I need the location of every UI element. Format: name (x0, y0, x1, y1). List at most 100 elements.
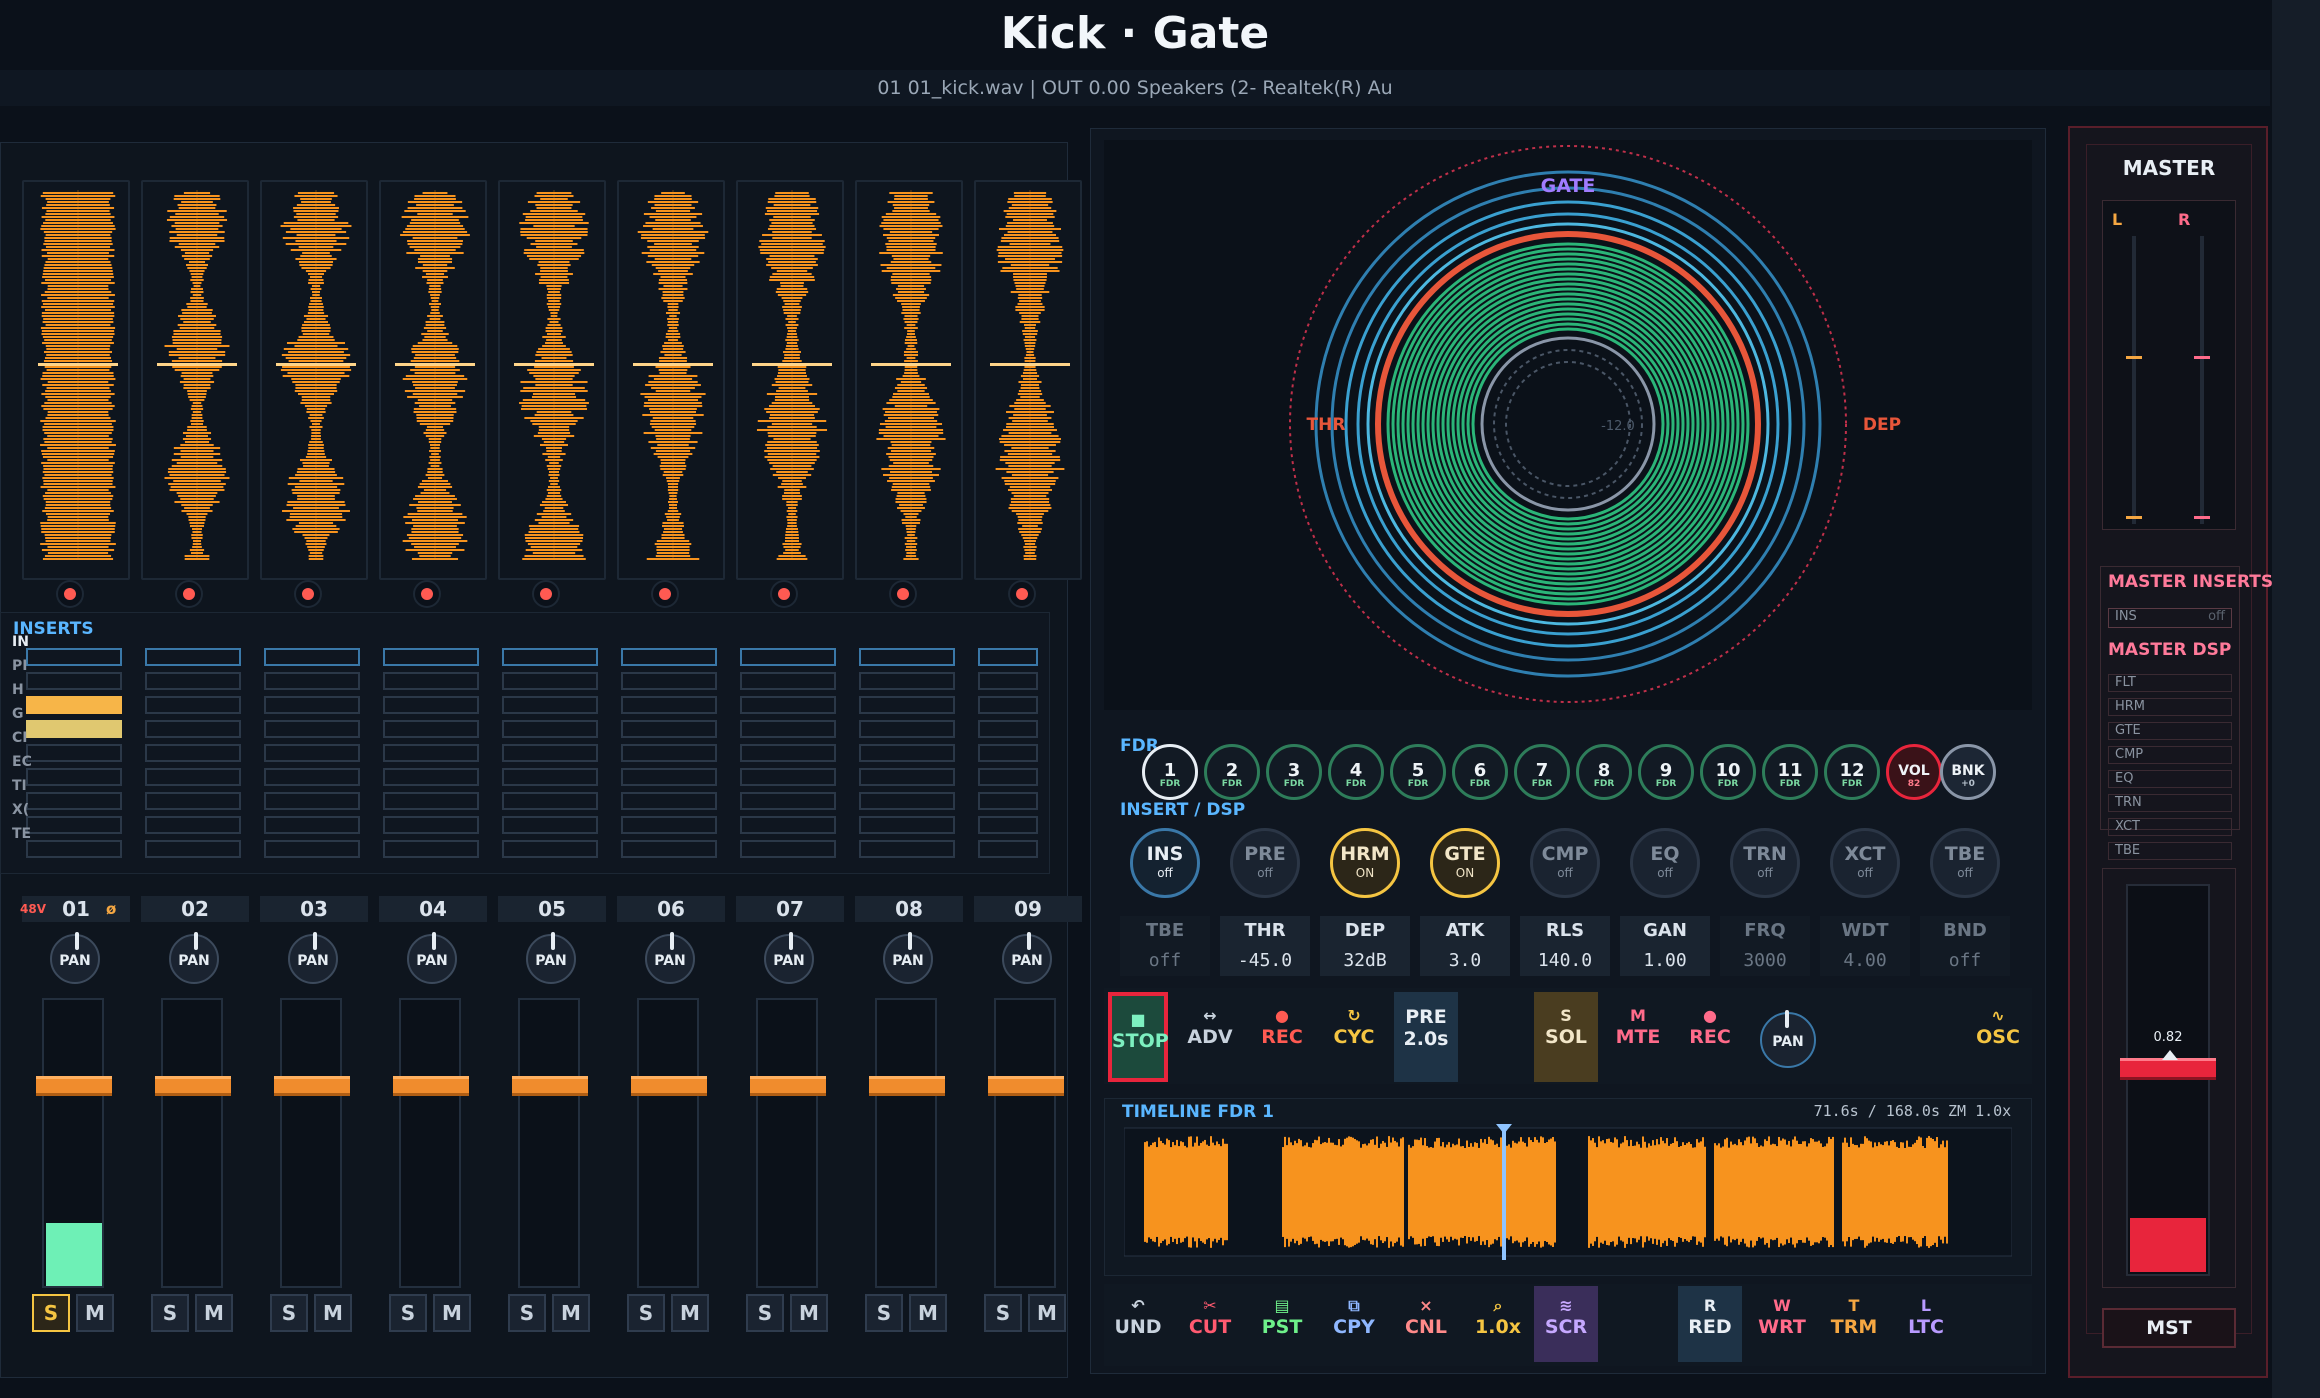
solo-button[interactable]: S (389, 1294, 427, 1332)
insert-slot[interactable] (145, 696, 241, 714)
insert-slot[interactable] (145, 840, 241, 858)
record-arm-dot[interactable] (653, 582, 677, 606)
fdr-knob-12[interactable]: 12 FDR (1824, 744, 1880, 800)
bank-knob[interactable]: BNK +0 (1940, 744, 1996, 800)
insert-slot[interactable] (264, 816, 360, 834)
insert-slot[interactable] (383, 792, 479, 810)
insert-slot[interactable] (859, 768, 955, 786)
fdr-knob-2[interactable]: 2 FDR (1204, 744, 1260, 800)
mute-button[interactable]: M (790, 1294, 828, 1332)
latch-button[interactable]: L LTC (1894, 1286, 1958, 1362)
fdr-knob-7[interactable]: 7 FDR (1514, 744, 1570, 800)
mute-button[interactable]: M (433, 1294, 471, 1332)
insert-slot[interactable] (740, 792, 836, 810)
dsp-gte-button[interactable]: GTE ON (1430, 828, 1500, 898)
insert-slot[interactable] (26, 792, 122, 810)
read-button[interactable]: R RED (1678, 1286, 1742, 1362)
dsp-pre-button[interactable]: PRE off (1230, 828, 1300, 898)
paste-button[interactable]: ▤ PST (1250, 1286, 1314, 1362)
insert-slot[interactable] (26, 672, 122, 690)
insert-slot[interactable] (26, 720, 122, 738)
solo-button[interactable]: S (984, 1294, 1022, 1332)
record-arm-dot[interactable] (177, 582, 201, 606)
fader-cap[interactable] (631, 1076, 707, 1096)
insert-slot[interactable] (978, 744, 1038, 762)
insert-slot[interactable] (621, 792, 717, 810)
insert-slot[interactable] (859, 816, 955, 834)
master-dsp-slot[interactable]: GTE (2108, 722, 2232, 740)
record-arm-dot[interactable] (891, 582, 915, 606)
fader-cap[interactable] (988, 1076, 1064, 1096)
insert-slot[interactable] (26, 840, 122, 858)
mute-button[interactable]: M (195, 1294, 233, 1332)
insert-slot[interactable] (621, 720, 717, 738)
insert-slot[interactable] (740, 744, 836, 762)
timeline-waveform[interactable] (1124, 1124, 2012, 1260)
insert-slot[interactable] (859, 672, 955, 690)
insert-slot[interactable] (383, 768, 479, 786)
trim-button[interactable]: T TRM (1822, 1286, 1886, 1362)
dsp-hrm-button[interactable]: HRM ON (1330, 828, 1400, 898)
insert-slot[interactable] (978, 696, 1038, 714)
insert-slot[interactable] (383, 648, 479, 666)
insert-slot[interactable] (26, 648, 122, 666)
insert-slot[interactable] (740, 648, 836, 666)
solo-button[interactable]: S (508, 1294, 546, 1332)
mute-button[interactable]: M (909, 1294, 947, 1332)
insert-slot[interactable] (978, 792, 1038, 810)
pan-knob[interactable]: PAN (526, 932, 576, 984)
insert-slot[interactable] (145, 768, 241, 786)
insert-slot[interactable] (264, 672, 360, 690)
master-ins-slot[interactable]: INS off (2108, 608, 2232, 628)
insert-slot[interactable] (383, 720, 479, 738)
insert-slot[interactable] (502, 840, 598, 858)
cancel-button[interactable]: × CNL (1394, 1286, 1458, 1362)
advance-button[interactable]: ↔ ADV (1178, 992, 1242, 1082)
solo-button[interactable]: S (746, 1294, 784, 1332)
insert-slot[interactable] (859, 720, 955, 738)
copy-button[interactable]: ⧉ CPY (1322, 1286, 1386, 1362)
stop-button[interactable]: ■ STOP (1108, 992, 1169, 1082)
fader-track[interactable] (161, 998, 223, 1288)
fader-track[interactable] (518, 998, 580, 1288)
fader-cap[interactable] (393, 1076, 469, 1096)
mute-button[interactable]: M (552, 1294, 590, 1332)
insert-slot[interactable] (740, 672, 836, 690)
pan-knob[interactable]: PAN (288, 932, 338, 984)
insert-slot[interactable] (502, 648, 598, 666)
insert-slot[interactable] (145, 744, 241, 762)
master-dsp-slot[interactable]: FLT (2108, 674, 2232, 692)
insert-slot[interactable] (502, 816, 598, 834)
dsp-eq-button[interactable]: EQ off (1630, 828, 1700, 898)
insert-slot[interactable] (978, 672, 1038, 690)
fader-cap[interactable] (869, 1076, 945, 1096)
insert-slot[interactable] (264, 720, 360, 738)
pan-knob[interactable]: PAN (645, 932, 695, 984)
insert-slot[interactable] (145, 816, 241, 834)
insert-slot[interactable] (383, 816, 479, 834)
fdr-knob-1[interactable]: 1 FDR (1142, 744, 1198, 800)
insert-slot[interactable] (978, 840, 1038, 858)
insert-slot[interactable] (859, 648, 955, 666)
fdr-knob-5[interactable]: 5 FDR (1390, 744, 1446, 800)
mute-button[interactable]: M (76, 1294, 114, 1332)
fader-track[interactable] (280, 998, 342, 1288)
record-arm-dot[interactable] (415, 582, 439, 606)
solo-button[interactable]: S (865, 1294, 903, 1332)
fdr-knob-8[interactable]: 8 FDR (1576, 744, 1632, 800)
undo-button[interactable]: ↶ UND (1106, 1286, 1170, 1362)
insert-slot[interactable] (978, 720, 1038, 738)
solo-button[interactable]: S (270, 1294, 308, 1332)
insert-slot[interactable] (859, 744, 955, 762)
insert-slot[interactable] (502, 792, 598, 810)
insert-slot[interactable] (740, 720, 836, 738)
solo-button[interactable]: S (32, 1294, 70, 1332)
master-dsp-slot[interactable]: TRN (2108, 794, 2232, 812)
cut-button[interactable]: ✂ CUT (1178, 1286, 1242, 1362)
phase-invert-label[interactable]: ø (106, 900, 116, 918)
fdr-knob-4[interactable]: 4 FDR (1328, 744, 1384, 800)
mute-button[interactable]: M (1028, 1294, 1066, 1332)
fader-cap[interactable] (155, 1076, 231, 1096)
pan-knob[interactable]: PAN (883, 932, 933, 984)
param-thr[interactable]: THR -45.0 (1220, 916, 1310, 976)
